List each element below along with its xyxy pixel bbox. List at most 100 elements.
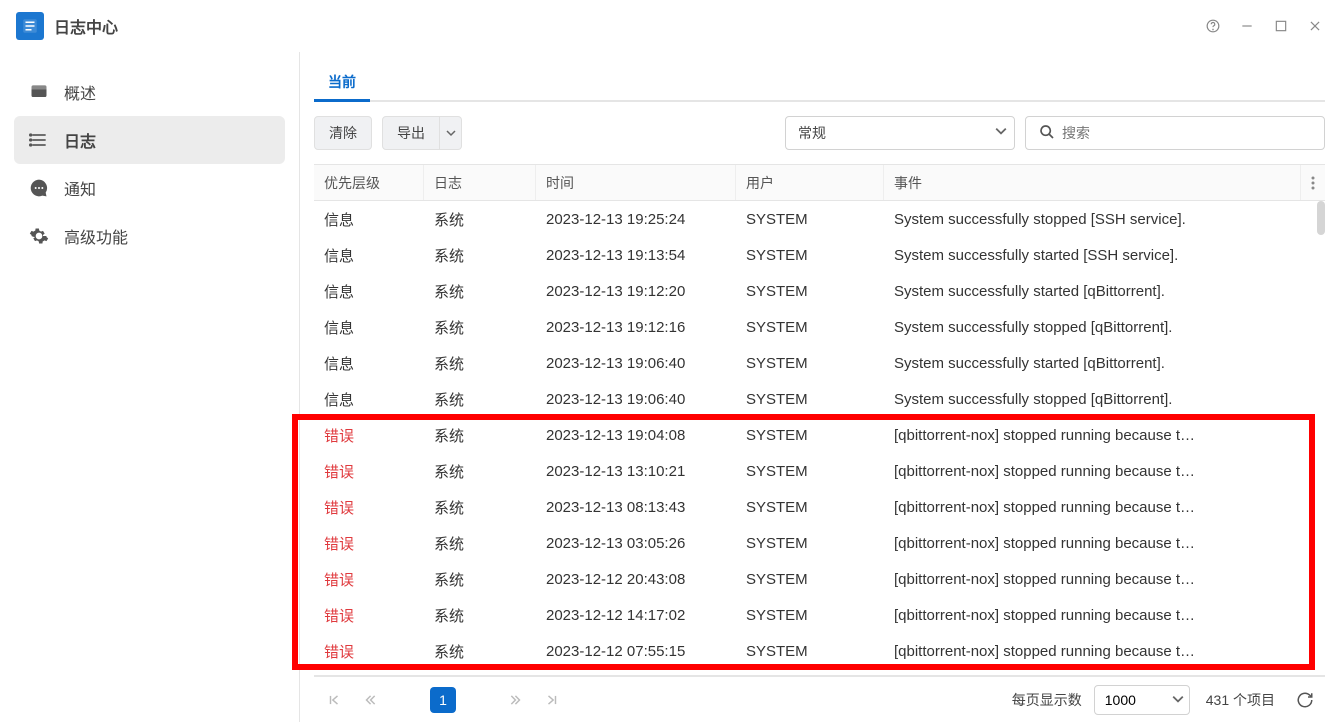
table-row[interactable]: 错误系统2023-12-13 03:05:26SYSTEM[qbittorren… [314,525,1325,561]
app-icon [16,12,44,40]
cell-level: 错误 [314,569,424,590]
table-row[interactable]: 错误系统2023-12-12 14:17:02SYSTEM[qbittorren… [314,597,1325,633]
cell-log: 系统 [424,641,536,662]
cell-user: SYSTEM [736,427,884,444]
cell-user: SYSTEM [736,247,884,264]
first-page[interactable] [320,686,348,714]
table-row[interactable]: 信息系统2023-12-13 19:06:40SYSTEMSystem succ… [314,381,1325,417]
cell-user: SYSTEM [736,643,884,660]
cell-user: SYSTEM [736,355,884,372]
table-body[interactable]: 信息系统2023-12-13 19:25:24SYSTEMSystem succ… [314,201,1325,675]
cell-event: System successfully started [SSH service… [884,247,1325,264]
cell-user: SYSTEM [736,571,884,588]
cell-user: SYSTEM [736,535,884,552]
cell-user: SYSTEM [736,499,884,516]
cell-user: SYSTEM [736,463,884,480]
cell-event: [qbittorrent-nox] stopped running becaus… [884,535,1325,552]
logs-icon [28,129,50,151]
cell-time: 2023-12-13 13:10:21 [536,463,736,480]
sidebar-item-label: 日志 [64,128,96,152]
sidebar-item-label: 概述 [64,80,96,104]
table-header: 优先层级 日志 时间 用户 事件 [314,165,1325,201]
export-dropdown[interactable] [440,116,462,150]
toolbar: 清除 导出 [314,102,1325,164]
cell-level: 信息 [314,281,424,302]
cell-log: 系统 [424,605,536,626]
cell-log: 系统 [424,281,536,302]
table-row[interactable]: 错误系统2023-12-13 08:13:43SYSTEM[qbittorren… [314,489,1325,525]
export-button[interactable]: 导出 [382,116,440,150]
cell-user: SYSTEM [736,211,884,228]
table-row[interactable]: 信息系统2023-12-13 19:06:40SYSTEMSystem succ… [314,345,1325,381]
perpage-label: 每页显示数 [1012,690,1082,710]
table-row[interactable]: 信息系统2023-12-13 19:12:16SYSTEMSystem succ… [314,309,1325,345]
perpage-combo[interactable] [1094,685,1190,715]
table-row[interactable]: 信息系统2023-12-13 19:25:24SYSTEMSystem succ… [314,201,1325,237]
cell-level: 信息 [314,353,424,374]
sidebar-item-logs[interactable]: 日志 [14,116,285,164]
maximize-icon[interactable] [1273,18,1289,34]
log-table: 优先层级 日志 时间 用户 事件 信息系统2023-12-13 19:25:24… [314,164,1325,676]
cell-time: 2023-12-13 19:13:54 [536,247,736,264]
table-row[interactable]: 信息系统2023-12-13 19:12:20SYSTEMSystem succ… [314,273,1325,309]
pager: 1 每页显示数 431 个项目 [314,676,1325,722]
cell-time: 2023-12-13 19:04:08 [536,427,736,444]
search-input[interactable] [1025,116,1325,150]
cell-user: SYSTEM [736,319,884,336]
cell-log: 系统 [424,425,536,446]
cell-level: 信息 [314,317,424,338]
prev-page[interactable] [356,686,384,714]
table-row[interactable]: 信息系统2023-12-13 19:13:54SYSTEMSystem succ… [314,237,1325,273]
sidebar-item-overview[interactable]: 概述 [14,68,285,116]
table-row[interactable]: 错误系统2023-12-12 20:43:08SYSTEM[qbittorren… [314,561,1325,597]
search-icon [1039,124,1055,143]
cell-event: [qbittorrent-nox] stopped running becaus… [884,571,1325,588]
cell-log: 系统 [424,497,536,518]
cell-event: [qbittorrent-nox] stopped running becaus… [884,607,1325,624]
filter-input[interactable] [785,116,1015,150]
cell-event: [qbittorrent-nox] stopped running becaus… [884,643,1325,660]
cell-time: 2023-12-13 19:12:20 [536,283,736,300]
overview-icon [28,81,50,103]
column-menu[interactable] [1301,165,1325,200]
col-time[interactable]: 时间 [536,165,736,200]
cell-event: [qbittorrent-nox] stopped running becaus… [884,427,1325,444]
table-row[interactable]: 错误系统2023-12-13 13:10:21SYSTEM[qbittorren… [314,453,1325,489]
cell-event: System successfully stopped [qBittorrent… [884,391,1325,408]
scrollbar[interactable] [1317,201,1325,235]
col-level[interactable]: 优先层级 [314,165,424,200]
sidebar-item-notify[interactable]: 通知 [14,164,285,212]
cell-time: 2023-12-12 14:17:02 [536,607,736,624]
col-user[interactable]: 用户 [736,165,884,200]
col-log[interactable]: 日志 [424,165,536,200]
cell-event: [qbittorrent-nox] stopped running becaus… [884,463,1325,480]
clear-button[interactable]: 清除 [314,116,372,150]
cell-time: 2023-12-13 19:12:16 [536,319,736,336]
refresh-button[interactable] [1291,686,1319,714]
next-page[interactable] [502,686,530,714]
cell-log: 系统 [424,389,536,410]
minimize-icon[interactable] [1239,18,1255,34]
table-row[interactable]: 错误系统2023-12-13 19:04:08SYSTEM[qbittorren… [314,417,1325,453]
cell-user: SYSTEM [736,391,884,408]
perpage-input[interactable] [1094,685,1190,715]
cell-level: 错误 [314,461,424,482]
table-row[interactable]: 错误系统2023-12-12 07:55:15SYSTEM[qbittorren… [314,633,1325,669]
sidebar-item-advanced[interactable]: 高级功能 [14,212,285,260]
help-icon[interactable] [1205,18,1221,34]
last-page[interactable] [538,686,566,714]
cell-log: 系统 [424,569,536,590]
cell-log: 系统 [424,209,536,230]
col-event[interactable]: 事件 [884,165,1301,200]
cell-event: System successfully stopped [qBittorrent… [884,319,1325,336]
cell-level: 错误 [314,641,424,662]
filter-combo[interactable] [785,116,1015,150]
gear-icon [28,225,50,247]
page-number[interactable]: 1 [430,687,456,713]
close-icon[interactable] [1307,18,1323,34]
cell-level: 信息 [314,389,424,410]
app-title: 日志中心 [54,14,118,38]
tab-current[interactable]: 当前 [314,62,370,102]
cell-time: 2023-12-13 19:06:40 [536,391,736,408]
notify-icon [28,177,50,199]
